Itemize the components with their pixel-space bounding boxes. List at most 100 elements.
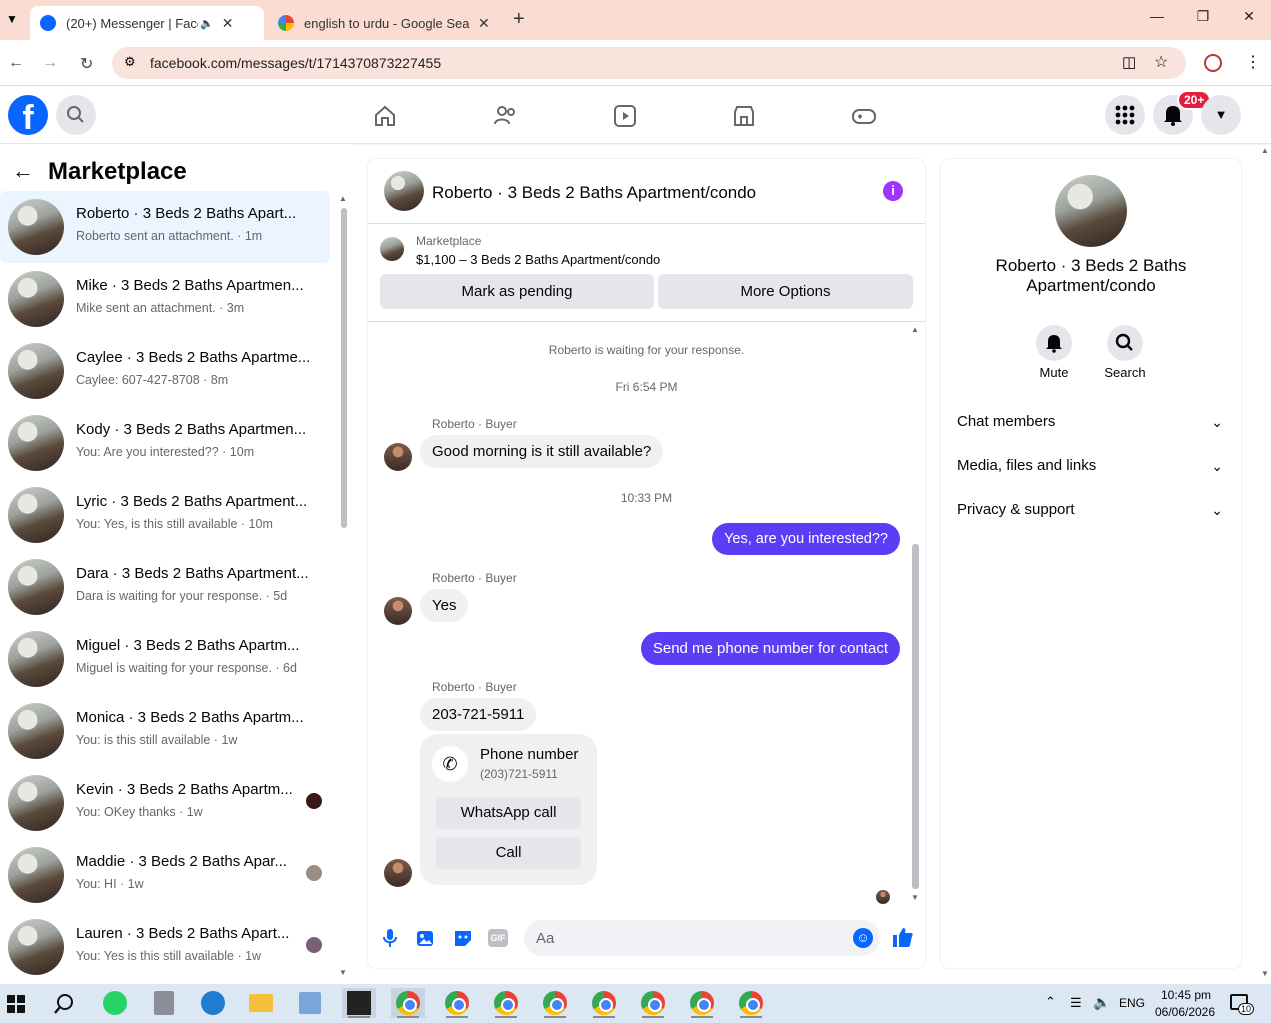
volume-icon[interactable]: 🔈 <box>1093 994 1110 1011</box>
conversation-item[interactable]: Maddie · 3 Beds 2 Baths Apar... You: HI ·… <box>0 839 330 911</box>
sticker-icon[interactable] <box>453 928 473 948</box>
scroll-down-arrow-icon[interactable]: ▼ <box>339 968 347 977</box>
sticky-notes-app-icon[interactable] <box>342 988 376 1018</box>
install-app-icon[interactable]: ◫ <box>1122 53 1136 71</box>
section-privacy-support[interactable]: Privacy & support <box>957 501 1075 518</box>
gaming-icon[interactable] <box>851 103 877 129</box>
new-tab-button[interactable]: + <box>513 8 525 31</box>
show-hidden-icons-icon[interactable]: ⌃ <box>1045 994 1056 1010</box>
incoming-message[interactable]: Good morning is it still available? <box>420 435 664 468</box>
back-arrow-icon[interactable]: ← <box>8 54 24 72</box>
sender-avatar[interactable] <box>384 443 412 471</box>
chrome-app-icon[interactable] <box>391 988 425 1018</box>
section-media-files-links[interactable]: Media, files and links <box>957 457 1096 474</box>
home-icon[interactable] <box>372 103 398 129</box>
forward-arrow-icon[interactable]: → <box>42 54 58 72</box>
search-button[interactable] <box>1107 325 1143 361</box>
scrollbar[interactable] <box>341 208 347 528</box>
microphone-icon[interactable] <box>382 927 398 949</box>
mark-as-pending-button[interactable]: Mark as pending <box>380 274 654 309</box>
call-button[interactable]: Call <box>436 837 581 869</box>
search-button[interactable] <box>56 95 96 135</box>
windows-start-icon[interactable] <box>7 995 25 1013</box>
chevron-down-icon[interactable]: ⌄ <box>1211 502 1223 519</box>
clock-time[interactable]: 10:45 pm <box>1158 988 1214 1002</box>
file-explorer-app-icon[interactable] <box>244 988 278 1018</box>
language-indicator[interactable]: ENG <box>1119 996 1145 1010</box>
chat-title[interactable]: Roberto · 3 Beds 2 Baths Apartment/condo <box>432 183 756 203</box>
bookmark-star-icon[interactable]: ☆ <box>1154 52 1168 72</box>
listing-title[interactable]: $1,100 – 3 Beds 2 Baths Apartment/condo <box>416 252 660 267</box>
search-icon[interactable] <box>53 993 75 1015</box>
scrollbar[interactable] <box>912 544 919 889</box>
page-scroll-up-arrow-icon[interactable]: ▲ <box>1261 146 1269 155</box>
calculator-app-icon[interactable] <box>147 988 181 1018</box>
like-icon[interactable] <box>892 926 914 948</box>
chevron-down-icon[interactable]: ⌄ <box>1211 458 1223 475</box>
emoji-icon[interactable]: ☺ <box>853 928 873 948</box>
chrome-app-icon[interactable] <box>636 988 670 1018</box>
chat-avatar[interactable] <box>384 171 424 211</box>
scroll-up-arrow-icon[interactable]: ▲ <box>911 325 919 334</box>
incoming-message[interactable]: 203-721-5911 <box>420 698 537 731</box>
browser-menu-icon[interactable]: ⋮ <box>1245 52 1261 72</box>
conversation-item[interactable]: Lauren · 3 Beds 2 Baths Apart... You: Yes… <box>0 911 330 983</box>
conversation-item[interactable]: Monica · 3 Beds 2 Baths Apartm... You: is… <box>0 695 330 767</box>
facebook-logo-icon[interactable]: f <box>8 95 48 135</box>
conversation-item[interactable]: Kevin · 3 Beds 2 Baths Apartm... You: OKe… <box>0 767 330 839</box>
menu-button[interactable] <box>1105 95 1145 135</box>
chevron-down-icon[interactable]: ⌄ <box>1211 414 1223 431</box>
friends-icon[interactable] <box>492 103 518 129</box>
mute-button[interactable] <box>1036 325 1072 361</box>
scroll-up-arrow-icon[interactable]: ▲ <box>339 194 347 203</box>
tab-close-icon[interactable]: ✕ <box>222 15 234 32</box>
chrome-app-icon[interactable] <box>440 988 474 1018</box>
conversation-item[interactable]: Roberto · 3 Beds 2 Baths Apart... Roberto… <box>0 191 330 263</box>
conversation-item[interactable]: Dara · 3 Beds 2 Baths Apartment... Dara i… <box>0 551 330 623</box>
tab-messenger[interactable]: (20+) Messenger | Facebook 🔈 ✕ <box>30 6 264 40</box>
image-icon[interactable] <box>416 928 436 948</box>
reload-icon[interactable]: ↻ <box>80 54 93 74</box>
chrome-app-icon[interactable] <box>538 988 572 1018</box>
back-arrow-icon[interactable]: ← <box>12 158 34 184</box>
profile-avatar[interactable] <box>1055 175 1127 247</box>
tab-search-chevron-icon[interactable]: ▼ <box>6 12 18 26</box>
outgoing-message[interactable]: Send me phone number for contact <box>640 632 900 665</box>
chrome-app-icon[interactable] <box>685 988 719 1018</box>
conversation-item[interactable]: Mike · 3 Beds 2 Baths Apartmen... Mike se… <box>0 263 330 335</box>
profile-icon[interactable] <box>1204 54 1222 72</box>
photos-app-icon[interactable] <box>293 988 327 1018</box>
close-window-button[interactable]: ✕ <box>1234 8 1264 32</box>
outgoing-message[interactable]: Yes, are you interested?? <box>712 523 900 555</box>
clock-date[interactable]: 06/06/2026 <box>1152 1005 1218 1019</box>
conversation-item[interactable]: Miguel · 3 Beds 2 Baths Apartm... Miguel … <box>0 623 330 695</box>
chrome-app-icon[interactable] <box>734 988 768 1018</box>
conversation-item[interactable]: Kody · 3 Beds 2 Baths Apartmen... You: Ar… <box>0 407 330 479</box>
section-chat-members[interactable]: Chat members <box>957 413 1055 430</box>
whatsapp-app-icon[interactable] <box>98 988 132 1018</box>
edge-app-icon[interactable] <box>196 988 230 1018</box>
more-options-button[interactable]: More Options <box>658 274 913 309</box>
whatsapp-call-button[interactable]: WhatsApp call <box>436 797 581 829</box>
sender-avatar[interactable] <box>384 859 412 887</box>
conversation-item[interactable]: Lyric · 3 Beds 2 Baths Apartment... You: … <box>0 479 330 551</box>
marketplace-icon[interactable] <box>731 103 757 129</box>
gif-icon[interactable]: GIF <box>488 929 508 947</box>
scroll-down-arrow-icon[interactable]: ▼ <box>911 893 919 902</box>
restore-button[interactable]: ❐ <box>1188 8 1218 32</box>
site-info-icon[interactable]: ⚙ <box>124 54 136 70</box>
sender-avatar[interactable] <box>384 597 412 625</box>
account-button[interactable]: ▼ <box>1201 95 1241 135</box>
chrome-app-icon[interactable] <box>587 988 621 1018</box>
address-bar[interactable]: ⚙ facebook.com/messages/t/17143708732274… <box>112 47 1186 79</box>
info-icon[interactable]: i <box>883 181 903 201</box>
page-scroll-down-arrow-icon[interactable]: ▼ <box>1261 969 1269 978</box>
conversation-item[interactable]: Caylee · 3 Beds 2 Baths Apartme... Caylee… <box>0 335 330 407</box>
video-icon[interactable] <box>612 103 638 129</box>
incoming-message[interactable]: Yes <box>420 589 469 622</box>
tab-close-icon[interactable]: ✕ <box>478 15 490 32</box>
minimize-button[interactable]: — <box>1142 8 1172 32</box>
message-input[interactable]: Aa ☺ <box>524 920 880 956</box>
chrome-app-icon[interactable] <box>489 988 523 1018</box>
tab-google[interactable]: english to urdu - Google Search ✕ <box>268 6 504 40</box>
